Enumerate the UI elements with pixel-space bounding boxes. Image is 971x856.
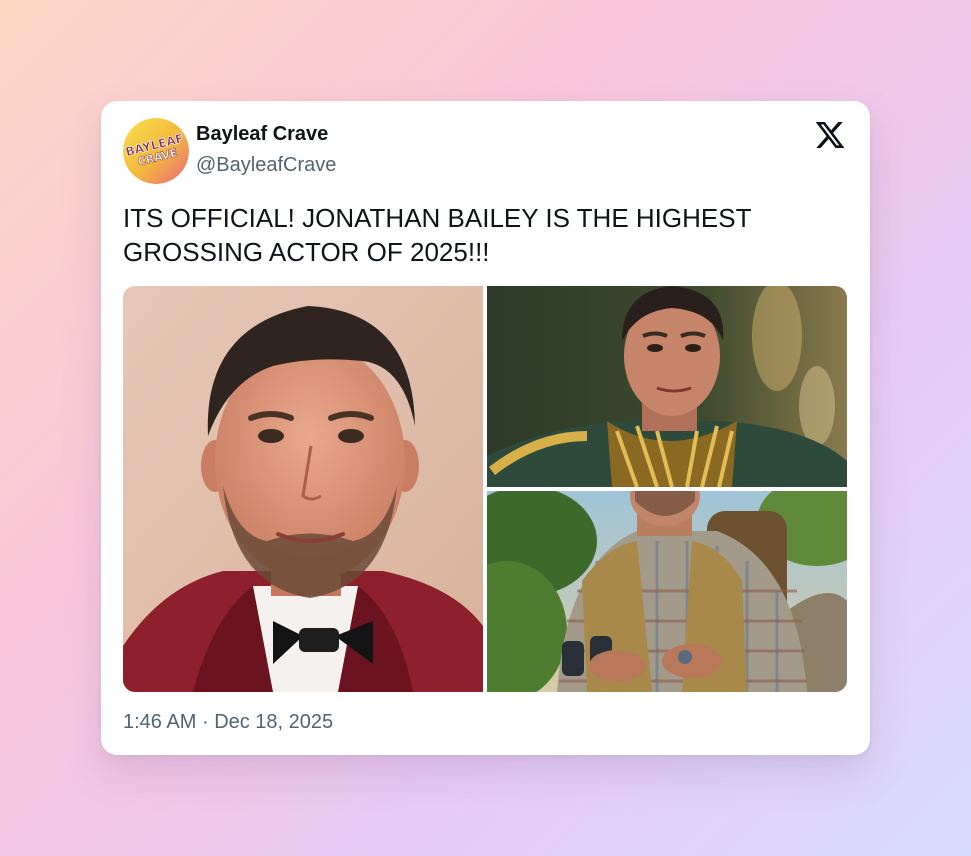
post-date[interactable]: Dec 18, 2025 xyxy=(214,711,333,733)
author-handle[interactable]: @BayleafCrave xyxy=(196,154,336,177)
photo-military-uniform[interactable] xyxy=(487,286,847,487)
x-logo-icon[interactable] xyxy=(814,119,846,151)
author-display-name[interactable]: Bayleaf Crave xyxy=(196,123,328,146)
post-timestamp: 1:46 AM · Dec 18, 2025 xyxy=(123,711,333,734)
post-text: ITS OFFICIAL! JONATHAN BAILEY IS THE HIG… xyxy=(123,203,751,267)
photo-jungle-explorer[interactable] xyxy=(487,491,847,692)
photo-portrait-tuxedo[interactable] xyxy=(123,286,483,692)
post-card: BAYLEAF CRAVE Bayleaf Crave @BayleafCrav… xyxy=(101,101,870,755)
media-grid xyxy=(123,286,847,692)
post-time[interactable]: 1:46 AM xyxy=(123,711,196,733)
avatar[interactable]: BAYLEAF CRAVE xyxy=(123,118,189,184)
timestamp-separator: · xyxy=(201,711,209,733)
bayleaf-logo-icon: BAYLEAF CRAVE xyxy=(123,118,189,184)
